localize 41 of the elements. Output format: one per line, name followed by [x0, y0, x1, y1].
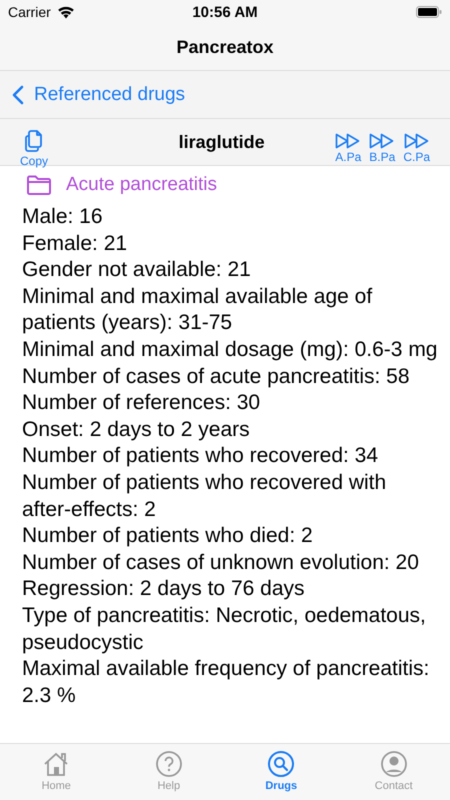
wifi-icon	[56, 6, 75, 18]
section-title: Acute pancreatitis	[66, 174, 218, 196]
back-button[interactable]: Referenced drugs	[12, 84, 186, 106]
battery-icon	[416, 6, 442, 18]
detail-text: Type of pancreatitis: Necrotic, oedematous, pseudocystic	[22, 602, 427, 656]
home-icon	[42, 750, 70, 778]
detail-text: Number of cases of unknown evolution: 20	[22, 550, 420, 576]
jump-button[interactable]: B.Pa	[369, 132, 396, 164]
person-icon	[380, 750, 408, 778]
drug-name: liraglutide	[178, 132, 265, 152]
detail-text: Minimal and maximal dosage (mg): 0.6-3 mg	[22, 336, 438, 363]
detail-text: Female: 21	[22, 230, 128, 257]
carrier-label: Carrier	[8, 4, 51, 20]
detail-text: Minimal and maximal available age of patients (years): 31-75	[22, 284, 374, 336]
detail-text: Gender not available: 21	[22, 257, 252, 284]
detail-text: Number of cases of acute pancreatitis: 58	[22, 364, 411, 390]
detail-text: Regression: 2 days to 76 days	[22, 576, 306, 602]
detail-text: Maximal available frequency of pancreatitis: 2.3 %	[22, 656, 430, 709]
copy-icon	[24, 128, 44, 152]
help-icon	[154, 750, 183, 778]
detail-text: Onset: 2 days to 2 years	[22, 416, 251, 443]
jump-button[interactable]: C.Pa	[403, 132, 430, 164]
folder-icon	[26, 175, 52, 195]
fast-forward-icon	[369, 132, 396, 148]
status-time: 10:56 AM	[192, 4, 258, 20]
detail-text: Number of patients who recovered: 34	[22, 443, 380, 470]
tab[interactable]: Help	[112, 744, 225, 800]
detail-text: Male: 16	[22, 204, 104, 230]
fast-forward-icon	[404, 132, 430, 148]
jump-button[interactable]: A.Pa	[335, 132, 362, 164]
detail-text: Number of patients who recovered with after-effects: 2	[22, 470, 388, 523]
search-icon	[267, 750, 296, 778]
tab[interactable]: Home	[0, 744, 112, 800]
chevron-left-icon	[12, 84, 24, 104]
tab[interactable]: Contact	[338, 744, 450, 800]
copy-button[interactable]: Copy	[20, 128, 48, 168]
detail-text: Number of references: 30	[22, 390, 262, 416]
tab[interactable]: Drugs	[225, 744, 338, 800]
detail-text: Number of patients who died: 2	[22, 523, 314, 550]
app-title: Pancreatox	[176, 36, 274, 58]
fast-forward-icon	[335, 132, 362, 148]
